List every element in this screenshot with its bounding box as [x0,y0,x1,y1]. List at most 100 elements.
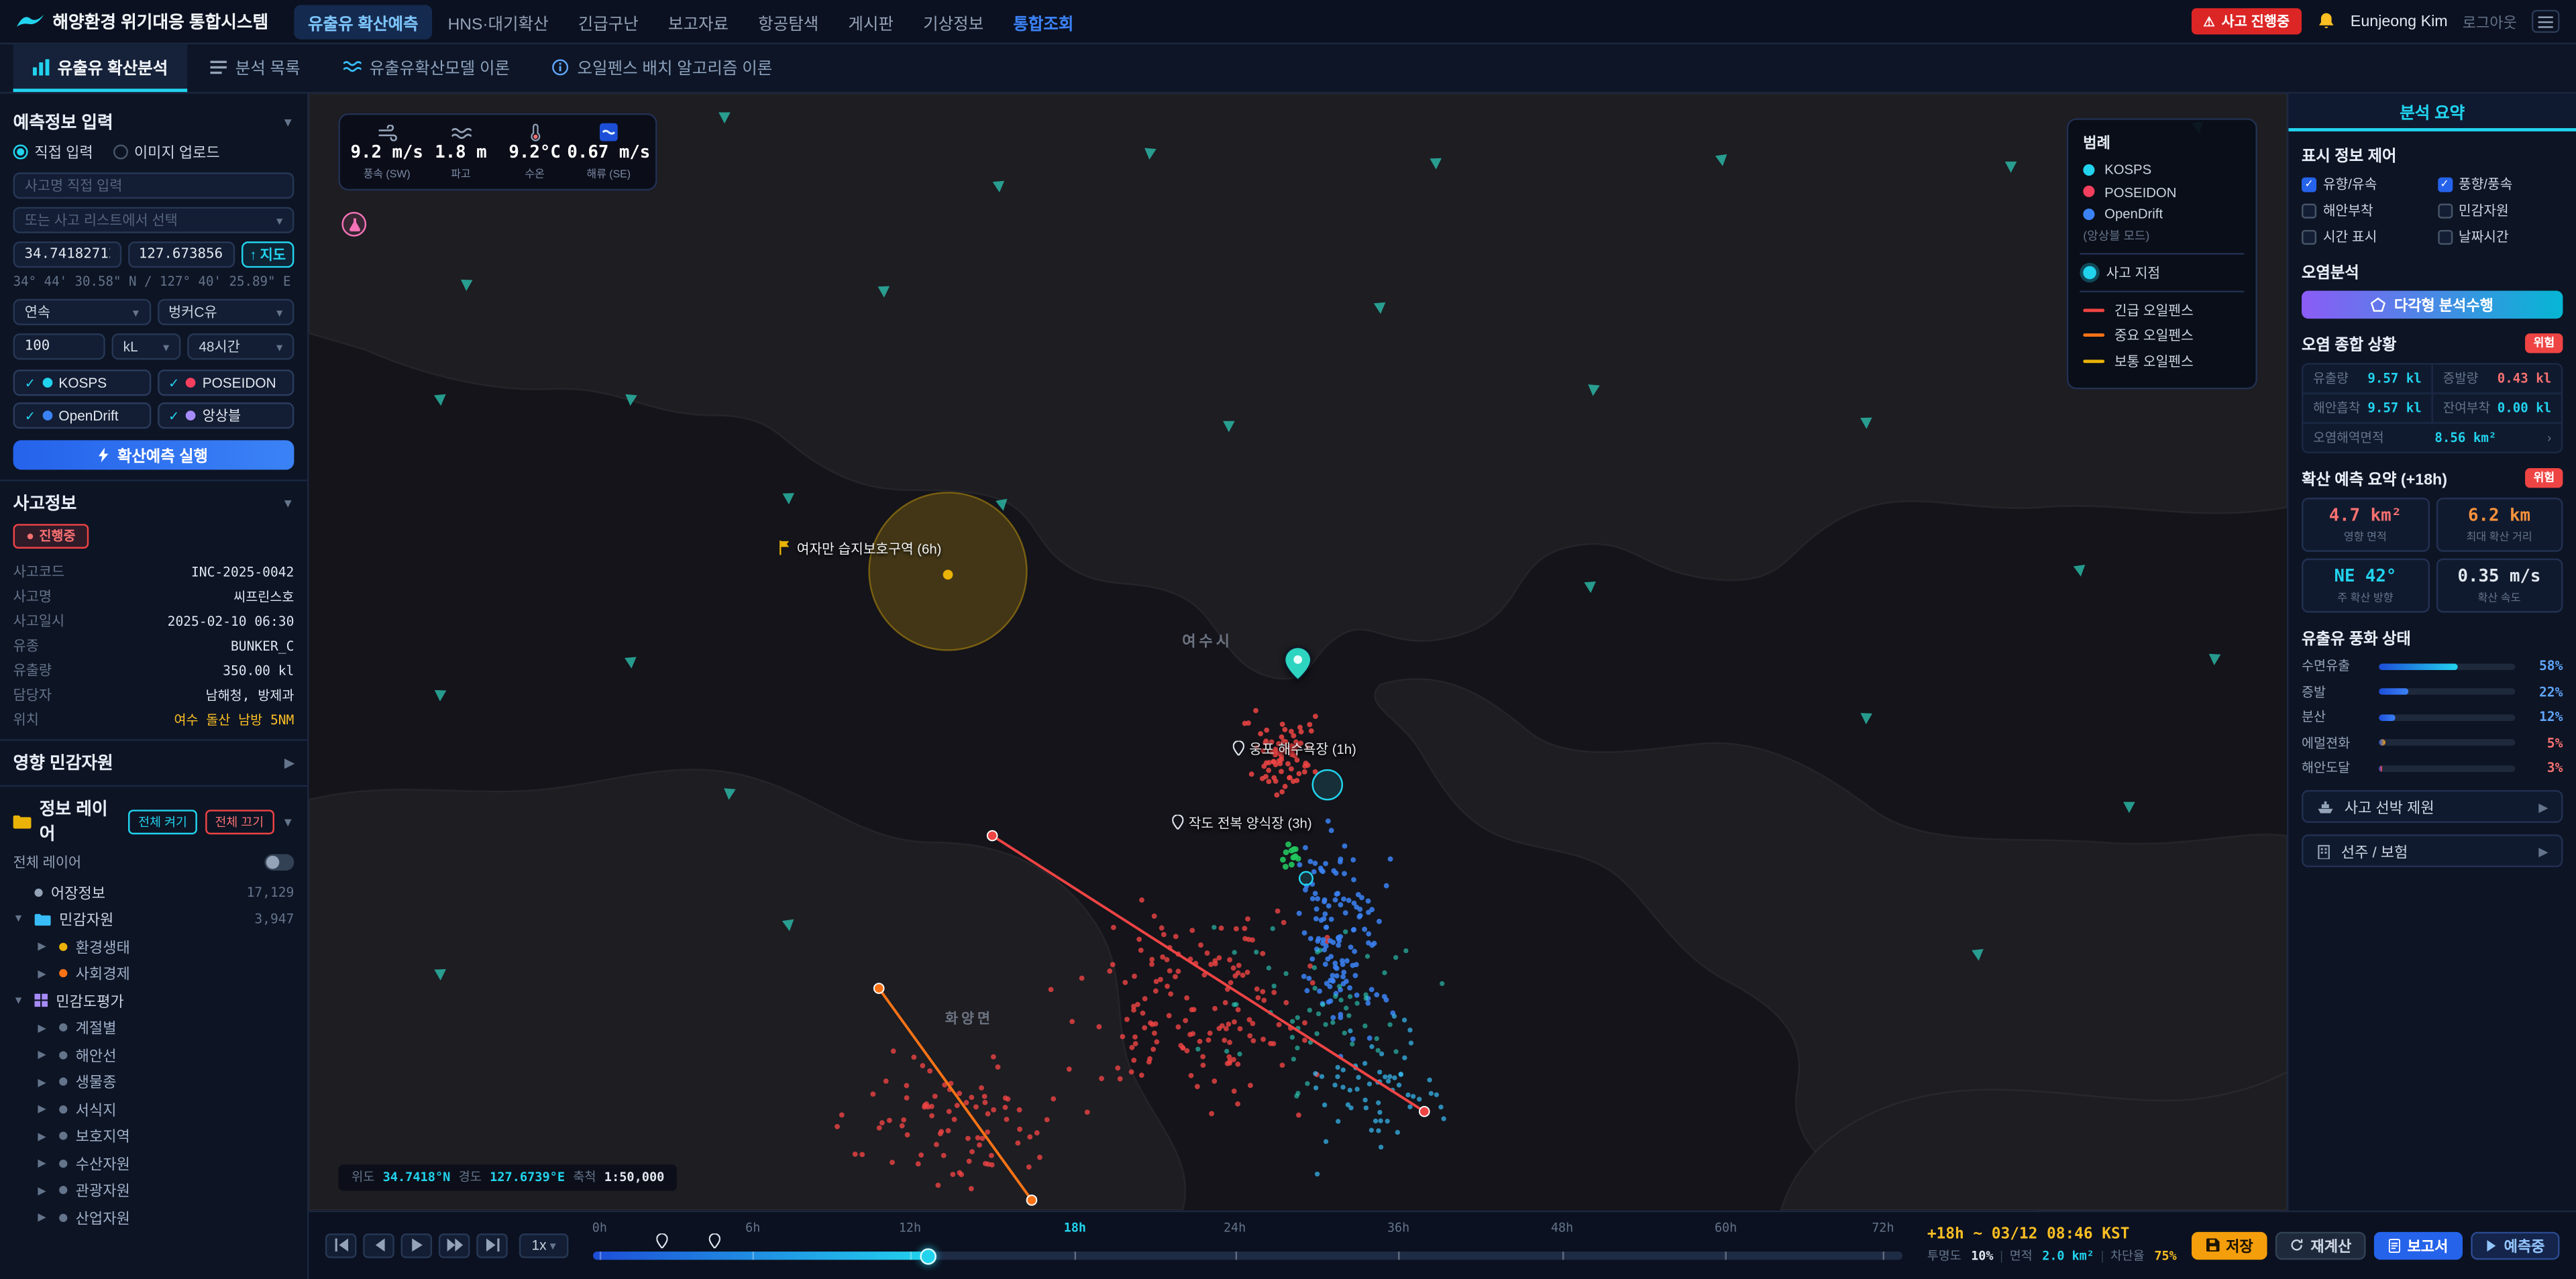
latitude-input[interactable] [13,241,121,268]
nav-item[interactable]: HNS·대기확산 [435,4,561,38]
display-option[interactable]: 날짜시간 [2437,227,2563,246]
chevron-down-icon[interactable]: ▼ [13,913,27,925]
display-option[interactable]: 해안부착 [2302,201,2427,220]
chevron-right-icon[interactable]: ▶ [38,940,51,953]
pick-on-map-button[interactable]: ↑지도 [241,241,294,268]
report-button[interactable]: 보고서 [2375,1231,2463,1260]
owner-insurance-section[interactable]: 선주 / 보험 ▶ [2302,834,2563,867]
map-poi-label[interactable]: 웅포 해수욕장 (1h) [1233,739,1356,759]
step-back-button[interactable] [363,1233,394,1258]
polygon-analysis-button[interactable]: 다각형 분석수행 [2302,290,2563,319]
nav-item[interactable]: 항공탐색 [745,4,832,38]
amount-input[interactable] [13,333,105,359]
nav-item[interactable]: 긴급구난 [565,4,651,38]
logout-button[interactable]: 로그아웃 [2463,11,2517,32]
map-poi-label[interactable]: 작도 전복 양식장 (3h) [1172,813,1311,832]
layer-item[interactable]: ▶수산자원 [13,1150,294,1176]
brand[interactable]: 해양환경 위기대응 통합시스템 [16,9,268,34]
play-button[interactable] [401,1233,433,1258]
map-canvas[interactable]: 9.2 m/s풍속 (SW)1.8 m파고9.2°C수온0.67 m/s해류 (… [309,94,2287,1211]
timeline-track[interactable] [593,1252,1902,1260]
nav-item[interactable]: 게시판 [835,4,907,38]
nav-item[interactable]: 보고자료 [655,4,741,38]
layer-item[interactable]: ▶보호지역 [13,1123,294,1150]
display-option[interactable]: 시간 표시 [2302,227,2427,246]
layer-item[interactable]: ▶서식지 [13,1095,294,1122]
incident-status-badge[interactable]: ⚠ 사고 진행중 [2192,8,2301,34]
timeline-event-marker[interactable] [709,1234,720,1254]
skip-start-button[interactable] [325,1233,357,1258]
model-toggle[interactable]: ✓OpenDrift [13,402,150,429]
prediction-input-header[interactable]: 예측정보 입력 ▼ [13,110,294,135]
model-toggle[interactable]: ✓앙상블 [157,402,294,429]
all-layers-off-button[interactable]: 전체 끄기 [205,809,274,834]
chevron-right-icon[interactable]: ▶ [38,1075,51,1089]
timeline-event-marker[interactable] [657,1234,668,1254]
chevron-right-icon[interactable]: ▶ [38,967,51,981]
model-toggle[interactable]: ✓KOSPS [13,370,150,396]
user-name[interactable]: Eunjeong Kim [2351,12,2448,30]
weathering-bar [2379,739,2515,746]
incident-info-header[interactable]: 사고정보 ▼ [13,491,294,516]
chevron-right-icon[interactable]: ▶ [38,1103,51,1116]
layer-item[interactable]: ▶산업자원 [13,1204,294,1231]
incident-name-input[interactable] [13,172,294,199]
spill-type-select[interactable]: 연속▾ [13,299,150,325]
duration-select[interactable]: 48시간▾ [187,333,294,359]
nav-item[interactable]: 통합조회 [1000,4,1087,38]
option-label: 유향/유속 [2323,174,2377,194]
radio-direct-input[interactable]: 직접 입력 [13,142,93,163]
incident-list-select[interactable]: 또는 사고 리스트에서 선택▾ [13,207,294,233]
layer-item[interactable]: 어장정보17,129 [13,879,294,905]
timeline[interactable]: 0h6h12h18h24h36h48h60h72h [593,1217,1902,1273]
tab[interactable]: 유출유 확산분석 [13,44,188,92]
chevron-right-icon[interactable]: ▶ [38,1129,51,1143]
tab[interactable]: 유출유확산모델 이론 [323,44,530,92]
display-option[interactable]: ✓풍향/풍속 [2437,174,2563,194]
incident-location-pin[interactable] [1285,647,1311,680]
chevron-down-icon[interactable]: ▼ [13,995,27,1006]
save-button[interactable]: 저장 [2192,1231,2268,1260]
oil-type-select[interactable]: 벙커C유▾ [157,299,294,325]
analysis-summary-tab[interactable]: 분석 요약 [2288,94,2576,131]
chevron-right-icon[interactable]: ▶ [38,1184,51,1197]
notification-bell-icon[interactable] [2316,11,2335,31]
pollution-area-stat[interactable]: 오염해역면적8.56 km²› [2303,424,2561,452]
nav-item[interactable]: 기상정보 [910,4,997,38]
radio-image-upload[interactable]: 이미지 업로드 [113,142,220,163]
run-prediction-button[interactable]: 확산예측 실행 [13,440,294,469]
nav-item[interactable]: 유출유 확산예측 [294,4,431,38]
sensitive-resources-header[interactable]: 영향 민감자원 ▶ [13,750,294,775]
fence-color-line [2083,308,2104,311]
play-small-button[interactable]: 예측중 [2471,1231,2560,1260]
layer-item[interactable]: ▼민감도평가 [13,987,294,1014]
chevron-right-icon[interactable]: ▶ [38,1157,51,1170]
layer-item[interactable]: ▶사회경제 [13,960,294,987]
layer-item[interactable]: ▶관광자원 [13,1177,294,1204]
fast-forward-button[interactable] [439,1233,470,1258]
ship-spec-section[interactable]: 사고 선박 제원 ▶ [2302,790,2563,823]
chevron-right-icon[interactable]: ▶ [38,1211,51,1225]
layer-item[interactable]: ▶해안선 [13,1042,294,1068]
model-toggle[interactable]: ✓POSEIDON [157,370,294,396]
master-layer-toggle[interactable] [264,854,294,870]
chevron-right-icon[interactable]: ▶ [38,1021,51,1035]
tab[interactable]: 오일펜스 배치 알고리즘 이론 [533,44,792,92]
all-layers-on-button[interactable]: 전체 켜기 [128,809,197,834]
layer-item[interactable]: ▼민감자원3,947 [13,906,294,933]
display-option[interactable]: 민감자원 [2437,201,2563,220]
longitude-input[interactable] [127,241,235,268]
unit-select[interactable]: kL▾ [112,333,181,359]
menu-icon[interactable] [2532,10,2560,33]
tab[interactable]: 분석 목록 [191,44,320,92]
chevron-right-icon[interactable]: ▶ [38,1048,51,1062]
skip-end-button[interactable] [476,1233,508,1258]
playback-speed-select[interactable]: 1x▾ [519,1233,568,1258]
layer-item[interactable]: ▶계절별 [13,1014,294,1041]
refresh-button[interactable]: 재계산 [2276,1231,2366,1260]
layer-item[interactable]: ▶환경생태 [13,933,294,960]
info-layers-header[interactable]: 정보 레이어 전체 켜기 전체 끄기 ▼ [13,797,294,846]
display-option[interactable]: ✓유향/유속 [2302,174,2427,194]
layer-item[interactable]: ▶생물종 [13,1068,294,1095]
experiment-toggle-button[interactable] [341,212,366,237]
